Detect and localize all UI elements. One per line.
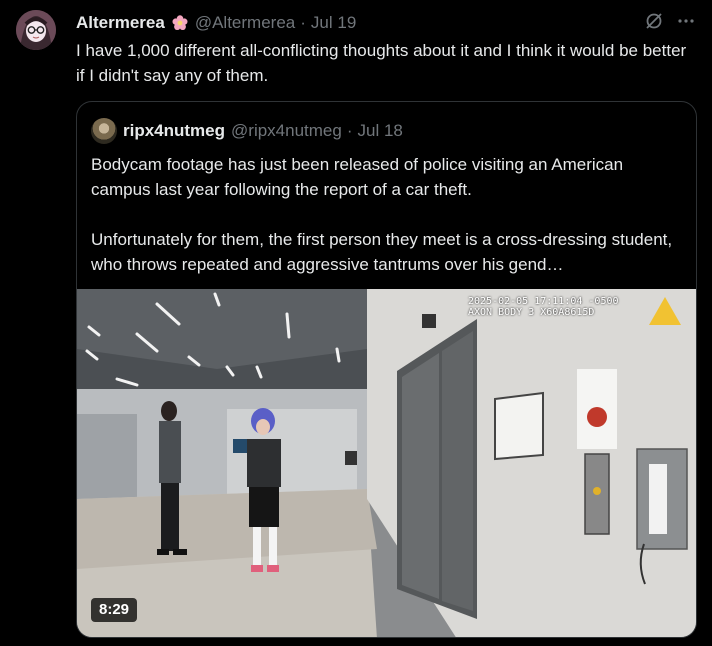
author-name[interactable]: Altermerea <box>76 13 165 33</box>
tweet-header: Altermerea @Altermerea · Jul 19 <box>76 12 696 34</box>
quoted-paragraph: Bodycam footage has just been released o… <box>91 155 624 199</box>
quoted-tweet[interactable]: ripx4nutmeg @ripx4nutmeg · Jul 18 Bodyca… <box>76 101 697 638</box>
quoted-paragraph: Unfortunately for them, the first person… <box>91 230 673 274</box>
separator-dot: · <box>300 13 306 32</box>
quoted-author-avatar <box>91 118 117 144</box>
flower-emoji-icon <box>171 14 189 32</box>
more-icon[interactable] <box>676 11 696 36</box>
tweet-date[interactable]: Jul 19 <box>311 13 356 33</box>
bodycam-timestamp: 2025-02-05 17:11:04 -0500 AXON BODY 3 X6… <box>468 296 619 318</box>
video-player[interactable]: 2025-02-05 17:11:04 -0500 AXON BODY 3 X6… <box>77 289 696 637</box>
quoted-author-name: ripx4nutmeg <box>123 121 226 140</box>
quoted-text: Bodycam footage has just been released o… <box>91 152 681 277</box>
author-handle[interactable]: @Altermerea <box>195 13 295 33</box>
quoted-date: Jul 18 <box>357 121 403 140</box>
timestamp-line-2: AXON BODY 3 X60A8615D <box>468 307 595 318</box>
separator-dot: · <box>346 121 353 140</box>
timestamp-line-1: 2025-02-05 17:11:04 -0500 <box>468 296 619 307</box>
video-duration-badge: 8:29 <box>91 598 138 622</box>
quoted-header: ripx4nutmeg @ripx4nutmeg · Jul 18 <box>91 118 403 144</box>
video-thumbnail <box>77 289 696 637</box>
tweet-text: I have 1,000 different all-conflicting t… <box>76 41 687 85</box>
author-avatar[interactable] <box>16 10 56 50</box>
quoted-author-handle: @ripx4nutmeg <box>231 121 342 140</box>
grok-icon[interactable] <box>644 11 664 36</box>
